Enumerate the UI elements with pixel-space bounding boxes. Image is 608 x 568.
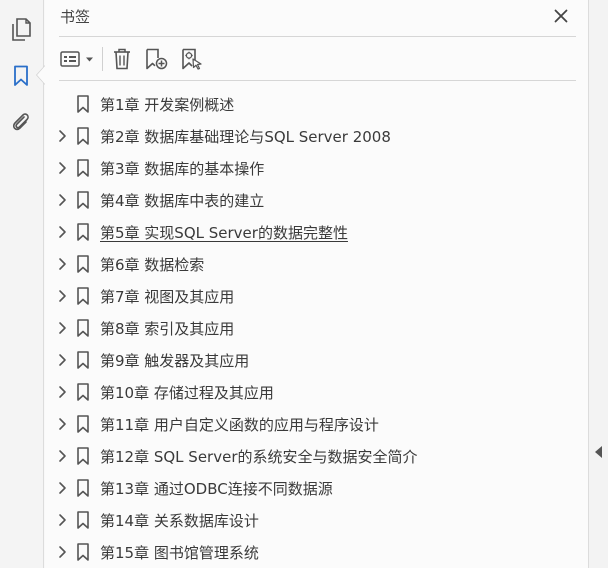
bookmark-icon xyxy=(77,191,89,209)
chevron-right-icon[interactable] xyxy=(55,481,69,495)
attachment-icon xyxy=(12,113,29,131)
bookmark-label[interactable]: 第11章 用户自定义函数的应用与程序设计 xyxy=(100,414,379,435)
chevron-right-icon[interactable] xyxy=(55,385,69,399)
bookmark-icon xyxy=(14,65,28,86)
bookmark-icon xyxy=(77,351,89,369)
bookmark-item[interactable]: 第15章 图书馆管理系统 xyxy=(45,536,588,568)
bookmark-label[interactable]: 第8章 索引及其应用 xyxy=(100,318,234,339)
left-tool-rail xyxy=(0,0,44,568)
new-bookmark-icon xyxy=(146,48,168,70)
collapse-arrow-icon[interactable] xyxy=(595,446,602,458)
bookmark-item[interactable]: 第9章 触发器及其应用 xyxy=(45,344,588,376)
chevron-right-icon[interactable] xyxy=(55,289,69,303)
bookmark-label[interactable]: 第2章 数据库基础理论与SQL Server 2008 xyxy=(100,126,391,147)
toolbar-separator xyxy=(102,47,103,71)
bookmark-icon xyxy=(77,255,89,273)
close-panel-button[interactable] xyxy=(549,4,573,28)
close-icon xyxy=(554,9,568,23)
bookmark-item[interactable]: 第13章 通过ODBC连接不同数据源 xyxy=(45,472,588,504)
bookmark-item[interactable]: 第14章 关系数据库设计 xyxy=(45,504,588,536)
bookmark-icon xyxy=(77,127,89,145)
page-thumbnails-button[interactable] xyxy=(6,15,36,45)
bookmark-label[interactable]: 第3章 数据库的基本操作 xyxy=(100,158,264,179)
chevron-right-icon[interactable] xyxy=(55,257,69,271)
bookmark-label[interactable]: 第7章 视图及其应用 xyxy=(100,286,234,307)
bookmark-icon xyxy=(77,287,89,305)
options-menu-icon xyxy=(60,51,93,67)
right-collapse-strip[interactable] xyxy=(588,0,608,568)
bookmark-icon xyxy=(77,319,89,337)
bookmark-label[interactable]: 第1章 开发案例概述 xyxy=(100,94,234,115)
bookmark-item[interactable]: 第3章 数据库的基本操作 xyxy=(45,152,588,184)
toolbar-divider xyxy=(59,80,576,81)
bookmark-item[interactable]: 第12章 SQL Server的系统安全与数据安全简介 xyxy=(45,440,588,472)
bookmark-icon xyxy=(77,159,89,177)
chevron-right-icon[interactable] xyxy=(55,225,69,239)
chevron-right-icon[interactable] xyxy=(55,321,69,335)
bookmark-label[interactable]: 第15章 图书馆管理系统 xyxy=(100,542,259,563)
bookmark-label[interactable]: 第9章 触发器及其应用 xyxy=(100,350,249,371)
bookmark-label[interactable]: 第14章 关系数据库设计 xyxy=(100,510,259,531)
page-thumbnails-icon xyxy=(12,18,31,41)
bookmark-icon xyxy=(77,511,89,529)
bookmark-item[interactable]: 第11章 用户自定义函数的应用与程序设计 xyxy=(45,408,588,440)
bookmark-icon xyxy=(77,223,89,241)
bookmark-item[interactable]: 第5章 实现SQL Server的数据完整性 xyxy=(45,216,588,248)
bookmark-icon xyxy=(77,479,89,497)
delete-bookmark-button[interactable] xyxy=(109,44,135,74)
bookmark-label[interactable]: 第5章 实现SQL Server的数据完整性 xyxy=(100,222,348,243)
bookmark-label[interactable]: 第12章 SQL Server的系统安全与数据安全简介 xyxy=(100,446,418,467)
bookmark-from-structure-icon xyxy=(182,48,202,70)
bookmark-icon xyxy=(77,383,89,401)
bookmark-label[interactable]: 第4章 数据库中表的建立 xyxy=(100,190,264,211)
bookmark-item[interactable]: 第1章 开发案例概述 xyxy=(45,88,588,120)
title-divider xyxy=(59,36,576,37)
chevron-right-icon[interactable] xyxy=(55,193,69,207)
bookmark-item[interactable]: 第6章 数据检索 xyxy=(45,248,588,280)
chevron-right-icon[interactable] xyxy=(55,417,69,431)
bookmarks-panel: 书签 第1章 开发案例概述 第2章 数据库基础理论与SQL Server 200… xyxy=(45,0,588,568)
bookmark-label[interactable]: 第6章 数据检索 xyxy=(100,254,204,275)
bookmark-item[interactable]: 第2章 数据库基础理论与SQL Server 2008 xyxy=(45,120,588,152)
chevron-right-icon[interactable] xyxy=(55,161,69,175)
chevron-right-icon[interactable] xyxy=(55,353,69,367)
chevron-right-icon[interactable] xyxy=(55,513,69,527)
bookmark-icon xyxy=(77,95,89,113)
chevron-right-icon[interactable] xyxy=(55,129,69,143)
new-bookmark-button[interactable] xyxy=(142,44,170,74)
bookmark-item[interactable]: 第7章 视图及其应用 xyxy=(45,280,588,312)
bookmark-label[interactable]: 第13章 通过ODBC连接不同数据源 xyxy=(100,478,333,499)
bookmark-label[interactable]: 第10章 存储过程及其应用 xyxy=(100,382,274,403)
bookmark-icon xyxy=(77,543,89,561)
chevron-right-icon[interactable] xyxy=(55,449,69,463)
chevron-right-icon[interactable] xyxy=(55,545,69,559)
bookmark-item[interactable]: 第4章 数据库中表的建立 xyxy=(45,184,588,216)
active-panel-pointer xyxy=(37,66,45,84)
delete-icon xyxy=(114,48,130,70)
bookmark-item[interactable]: 第8章 索引及其应用 xyxy=(45,312,588,344)
panel-title: 书签 xyxy=(60,8,91,26)
bookmark-list: 第1章 开发案例概述第2章 数据库基础理论与SQL Server 2008 第3章… xyxy=(45,88,588,568)
attachments-button[interactable] xyxy=(6,107,36,137)
bookmark-icon xyxy=(77,415,89,433)
bookmark-icon xyxy=(77,447,89,465)
bookmarks-button[interactable] xyxy=(6,61,36,91)
options-menu-button[interactable] xyxy=(59,44,97,74)
bookmark-from-structure-button[interactable] xyxy=(178,44,206,74)
bookmark-item[interactable]: 第10章 存储过程及其应用 xyxy=(45,376,588,408)
